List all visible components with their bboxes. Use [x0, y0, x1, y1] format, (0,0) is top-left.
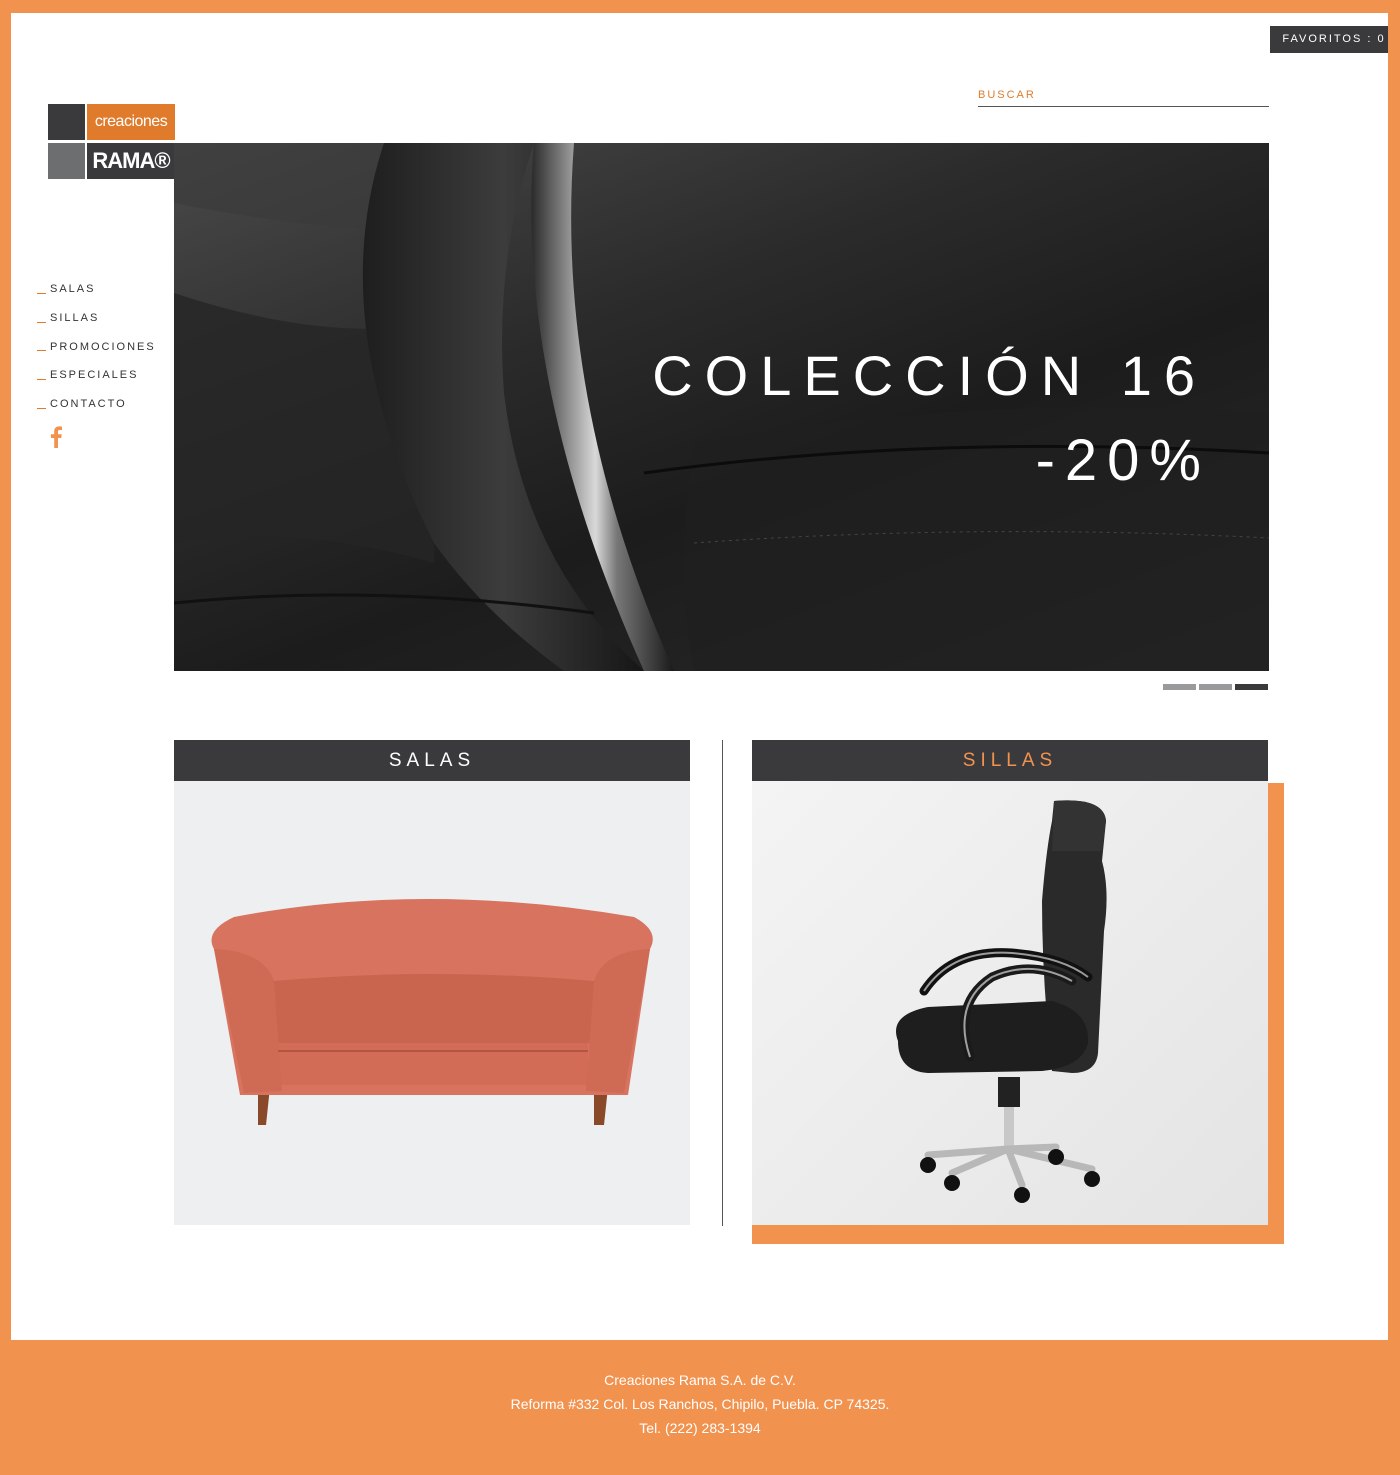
slider-dot-active[interactable] [1235, 684, 1268, 690]
category-divider [722, 740, 723, 1226]
nav-dash [37, 378, 46, 380]
logo-square-gray [48, 143, 85, 179]
footer-phone: Tel. (222) 283-1394 [639, 1420, 761, 1436]
nav-item-contacto[interactable]: CONTACTO [37, 390, 156, 419]
nav-dash [37, 292, 46, 294]
footer-address: Reforma #332 Col. Los Ranchos, Chipilo, … [510, 1396, 890, 1412]
logo-rama: RAMA® [87, 143, 175, 179]
slider-dot[interactable] [1199, 684, 1232, 690]
nav-item-label: ESPECIALES [50, 369, 139, 382]
hero-banner[interactable]: COLECCIÓN 16 -20% [174, 143, 1269, 671]
logo-square-dark [48, 104, 85, 140]
footer: Creaciones Rama S.A. de C.V. Reforma #33… [0, 1368, 1400, 1440]
nav-dash [37, 350, 46, 352]
footer-company: Creaciones Rama S.A. de C.V. [604, 1372, 796, 1388]
nav-dash [37, 321, 46, 323]
category-title[interactable]: SILLAS [752, 740, 1268, 781]
page: FAVORITOS : 0 creaciones RAMA® SALAS SIL… [11, 13, 1388, 1340]
category-card-salas[interactable]: SALAS [174, 740, 690, 1225]
search-field[interactable] [978, 83, 1269, 107]
sidebar-nav: SALAS SILLAS PROMOCIONES ESPECIALES CONT… [37, 275, 156, 418]
hero-title: COLECCIÓN 16 [652, 344, 1207, 407]
slider-dot[interactable] [1163, 684, 1196, 690]
logo-creaciones: creaciones [87, 104, 175, 140]
favorites-button[interactable]: FAVORITOS : 0 [1270, 26, 1388, 53]
nav-item-label: PROMOCIONES [50, 340, 156, 353]
nav-item-promociones[interactable]: PROMOCIONES [37, 332, 156, 361]
nav-item-especiales[interactable]: ESPECIALES [37, 361, 156, 390]
category-card-sillas[interactable]: SILLAS [752, 740, 1268, 1225]
facebook-icon[interactable] [49, 426, 63, 448]
sofa-image[interactable] [174, 781, 690, 1225]
category-title[interactable]: SALAS [174, 740, 690, 781]
nav-item-label: SALAS [50, 283, 96, 296]
nav-item-label: SILLAS [50, 312, 100, 325]
nav-item-sillas[interactable]: SILLAS [37, 304, 156, 333]
nav-item-salas[interactable]: SALAS [37, 275, 156, 304]
search-input[interactable] [978, 83, 1269, 106]
hero-discount: -20% [1035, 428, 1211, 493]
slider-pagination [1163, 684, 1268, 690]
nav-dash [37, 407, 46, 409]
logo[interactable]: creaciones RAMA® [48, 104, 175, 179]
office-chair-image[interactable] [752, 781, 1268, 1225]
nav-item-label: CONTACTO [50, 398, 127, 411]
